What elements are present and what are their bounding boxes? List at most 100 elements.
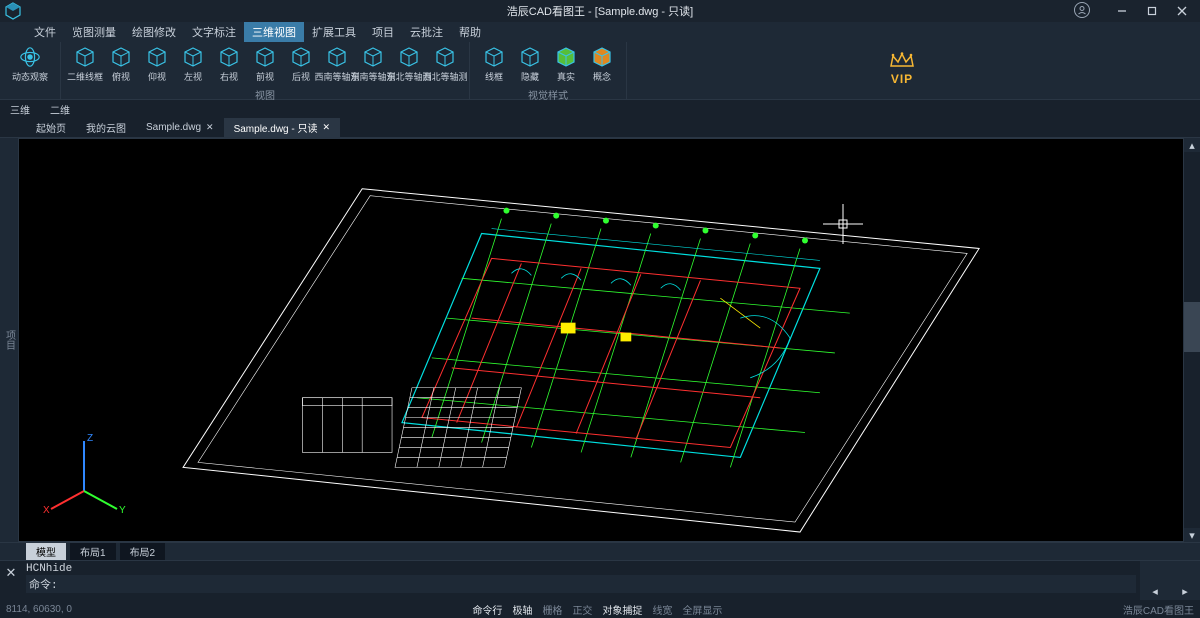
cube-icon [434, 46, 456, 68]
ribbon-label: 前视 [256, 70, 274, 83]
layout-tabs: 模型布局1布局2 [0, 542, 1200, 560]
menubar: 文件览图测量绘图修改文字标注三维视图扩展工具项目云批注帮助 [0, 22, 1200, 42]
status-toggle-2[interactable]: 栅格 [538, 602, 566, 617]
scroll-left-icon[interactable]: ◂ [1152, 585, 1158, 598]
doc-tab-label: 我的云图 [86, 120, 126, 135]
ribbon-label: 右视 [220, 70, 238, 83]
layout-tab-模型[interactable]: 模型 [26, 543, 66, 560]
status-bar: 8114, 60630, 0 命令行极轴栅格正交对象捕捉线宽全屏显示 浩辰CAD… [0, 600, 1200, 618]
status-toggle-0[interactable]: 命令行 [468, 602, 506, 617]
ribbon-btn-线框[interactable]: 线框 [476, 44, 512, 85]
maximize-button[interactable] [1138, 2, 1166, 20]
svg-text:X: X [43, 505, 50, 516]
title-bar: 浩辰CAD看图王 - [Sample.dwg - 只读] [0, 0, 1200, 22]
ucs-axis-icon: Z X Y [39, 431, 129, 521]
cube-icon [74, 46, 96, 68]
close-icon[interactable]: ✕ [206, 122, 214, 133]
command-panel: ✕ HCNhide 命令: ◂ ▸ [0, 560, 1200, 600]
drawing-canvas[interactable]: Z X Y [18, 138, 1184, 542]
scroll-up-icon[interactable]: ▴ [1184, 138, 1200, 152]
coordinate-readout: 8114, 60630, 0 [6, 604, 72, 615]
menu-item-3[interactable]: 文字标注 [184, 22, 244, 42]
command-scroll[interactable]: ◂ ▸ [1140, 561, 1200, 600]
doc-tab-3[interactable]: Sample.dwg - 只读✕ [224, 118, 340, 137]
vertical-scrollbar[interactable]: ▴ ▾ [1184, 138, 1200, 542]
mode-tab-三维[interactable]: 三维 [0, 101, 40, 118]
doc-tab-label: Sample.dwg [146, 122, 201, 133]
window-title: 浩辰CAD看图王 - [Sample.dwg - 只读] [507, 3, 693, 19]
cube-icon [362, 46, 384, 68]
ribbon-btn-二维线框[interactable]: 二维线框 [67, 44, 103, 85]
command-history: HCNhide [26, 563, 1136, 575]
status-toggle-4[interactable]: 对象捕捉 [598, 602, 646, 617]
menu-item-0[interactable]: 文件 [26, 22, 64, 42]
status-toggle-1[interactable]: 极轴 [508, 602, 536, 617]
status-toggle-6[interactable]: 全屏显示 [678, 602, 726, 617]
status-brand: 浩辰CAD看图王 [1123, 602, 1194, 617]
ribbon-group-label: 视觉样式 [528, 87, 568, 102]
layout-tab-布局1[interactable]: 布局1 [70, 543, 116, 560]
scroll-right-icon[interactable]: ▸ [1182, 585, 1188, 598]
command-close-icon[interactable]: ✕ [0, 561, 22, 600]
svg-text:Y: Y [119, 505, 126, 516]
status-toggles: 命令行极轴栅格正交对象捕捉线宽全屏显示 [468, 602, 726, 617]
ribbon-btn-前视[interactable]: 前视 [247, 44, 283, 85]
menu-item-5[interactable]: 扩展工具 [304, 22, 364, 42]
status-toggle-5[interactable]: 线宽 [648, 602, 676, 617]
menu-item-8[interactable]: 帮助 [451, 22, 489, 42]
menu-item-1[interactable]: 览图测量 [64, 22, 124, 42]
user-icon[interactable] [1074, 2, 1090, 18]
drawing-content [19, 139, 1183, 541]
cube-icon [519, 46, 541, 68]
ribbon-btn-右视[interactable]: 右视 [211, 44, 247, 85]
menu-item-6[interactable]: 项目 [364, 22, 402, 42]
ribbon-btn-概念[interactable]: 概念 [584, 44, 620, 85]
cube-icon [110, 46, 132, 68]
scroll-thumb[interactable] [1184, 302, 1200, 352]
ribbon: 动态观察二维线框俯视仰视左视右视前视后视西南等轴测东南等轴测东北等轴测西北等轴测… [0, 42, 1200, 100]
scroll-down-icon[interactable]: ▾ [1184, 528, 1200, 542]
minimize-button[interactable] [1108, 2, 1136, 20]
ribbon-group-2: 线框 隐藏真实概念视觉样式 [470, 42, 627, 99]
command-input[interactable]: 命令: [26, 575, 1136, 593]
ribbon-group-0: 动态观察 [0, 42, 61, 99]
menu-item-4[interactable]: 三维视图 [244, 22, 304, 42]
ribbon-label: 仰视 [148, 70, 166, 83]
menu-item-7[interactable]: 云批注 [402, 22, 451, 42]
layout-tab-布局2[interactable]: 布局2 [120, 543, 166, 560]
workspace: 项目 [0, 138, 1200, 542]
ribbon-btn-左视[interactable]: 左视 [175, 44, 211, 85]
cube-icon [182, 46, 204, 68]
vip-badge[interactable]: VIP [888, 52, 916, 86]
ribbon-label: 动态观察 [12, 70, 48, 83]
mode-tab-二维[interactable]: 二维 [40, 101, 80, 118]
cube-icon [290, 46, 312, 68]
doc-tab-1[interactable]: 我的云图 [76, 118, 136, 137]
ribbon-btn-俯视[interactable]: 俯视 [103, 44, 139, 85]
project-side-panel[interactable]: 项目 [0, 138, 18, 542]
ribbon-label: 隐藏 [521, 70, 539, 83]
close-button[interactable] [1168, 2, 1196, 20]
ribbon-label: 西北等轴测 [423, 70, 468, 83]
menu-item-2[interactable]: 绘图修改 [124, 22, 184, 42]
ribbon-btn-真实[interactable]: 真实 [548, 44, 584, 85]
scroll-track[interactable] [1184, 152, 1200, 528]
ribbon-btn-隐藏[interactable]: 隐藏 [512, 44, 548, 85]
doc-tab-0[interactable]: 起始页 [26, 118, 76, 137]
mode-tabs: 三维二维 [0, 100, 1200, 118]
doc-tab-2[interactable]: Sample.dwg ✕ [136, 120, 224, 135]
ribbon-btn-仰视[interactable]: 仰视 [139, 44, 175, 85]
close-icon[interactable]: ✕ [323, 122, 331, 133]
cube-icon [483, 46, 505, 68]
cube-icon [218, 46, 240, 68]
ribbon-btn-动态观察[interactable]: 动态观察 [6, 44, 54, 85]
window-controls [1108, 0, 1196, 22]
ribbon-label: 左视 [184, 70, 202, 83]
ribbon-btn-西北等轴测[interactable]: 西北等轴测 [427, 44, 463, 85]
app-logo-icon [4, 2, 22, 20]
cube-icon [591, 46, 613, 68]
status-toggle-3[interactable]: 正交 [568, 602, 596, 617]
ribbon-group-label: 视图 [255, 87, 275, 102]
svg-text:Z: Z [87, 433, 93, 444]
ribbon-label: 线框 [485, 70, 503, 83]
